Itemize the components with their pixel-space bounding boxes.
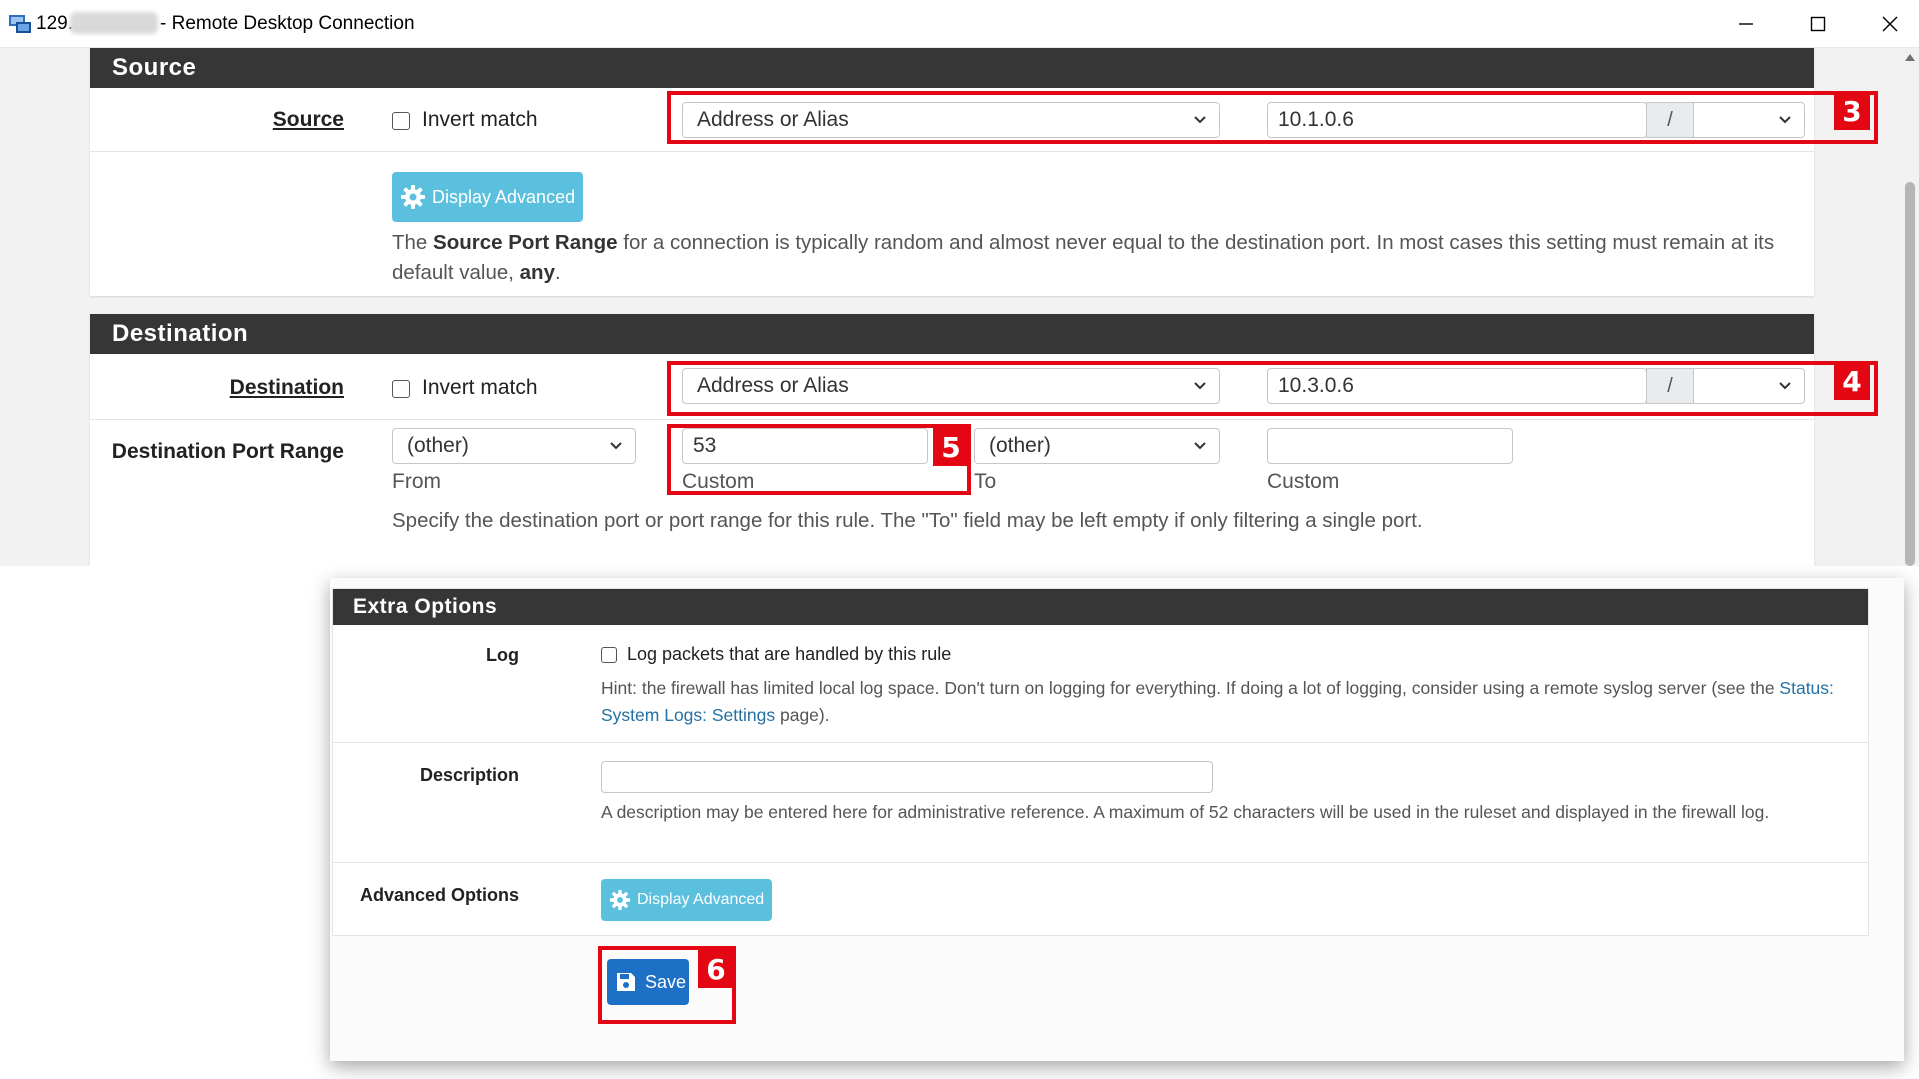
log-hint: Hint: the firewall has limited local log… [601, 675, 1851, 729]
source-invert-checkbox[interactable] [392, 112, 410, 130]
annotation-badge-6: 6 [698, 950, 734, 988]
close-icon [1882, 16, 1898, 32]
source-type-select[interactable]: Address or Alias [682, 102, 1220, 138]
source-row: Source Invert match Address or Alias 10.… [90, 88, 1814, 152]
destination-address-input[interactable]: 10.3.0.6 [1267, 368, 1647, 404]
annotation-badge-5: 5 [933, 428, 969, 466]
port-to-caption: To [974, 470, 997, 493]
destination-invert-checkbox[interactable] [392, 380, 410, 398]
port-from-custom-value: 53 [693, 434, 717, 457]
port-from-select[interactable]: (other) [392, 428, 636, 464]
destination-port-range-label: Destination Port Range [111, 440, 344, 463]
chevron-down-icon [1779, 382, 1791, 390]
help-bold: Source Port Range [433, 231, 618, 254]
log-hint-end: page). [775, 705, 830, 725]
source-type-value: Address or Alias [697, 108, 849, 131]
remote-page-upper: Source Source Invert match Address or Al… [0, 48, 1919, 566]
source-address-input[interactable]: 10.1.0.6 [1267, 102, 1647, 138]
scroll-up-icon[interactable] [1905, 54, 1915, 61]
redacted-host [70, 12, 158, 34]
advanced-options-label: Advanced Options [359, 885, 519, 905]
destination-mask-slash: / [1646, 368, 1694, 404]
vertical-scrollbar[interactable] [1901, 48, 1919, 566]
chevron-down-icon [1194, 116, 1206, 124]
description-label: Description [419, 765, 519, 785]
window-host-prefix: 129. [36, 13, 73, 34]
description-row: Description A description may be entered… [333, 743, 1868, 863]
destination-type-select[interactable]: Address or Alias [682, 368, 1220, 404]
close-button[interactable] [1854, 0, 1919, 48]
destination-address-value: 10.3.0.6 [1278, 374, 1354, 397]
help-any: any [519, 261, 555, 284]
annotation-badge-3: 3 [1834, 92, 1870, 130]
port-from-custom-input[interactable]: 53 [682, 428, 928, 464]
help-prefix: The [392, 231, 434, 254]
source-panel: Source Source Invert match Address or Al… [90, 48, 1814, 296]
destination-port-help: Specify the destination port or port ran… [392, 509, 1423, 532]
remote-desktop-icon [9, 15, 31, 33]
extra-options-header: Extra Options [333, 589, 1868, 625]
annotation-badge-4: 4 [1834, 362, 1870, 400]
gear-icon [401, 185, 425, 209]
source-port-range-help: The Source Port Range for a connection i… [392, 228, 1792, 288]
floppy-disk-icon [617, 973, 635, 991]
log-hint-text: Hint: the firewall has limited local log… [601, 678, 1780, 698]
description-input[interactable] [601, 761, 1213, 793]
minimize-icon [1739, 23, 1753, 25]
source-mask-select[interactable] [1693, 102, 1805, 138]
port-to-select[interactable]: (other) [974, 428, 1220, 464]
save-label: Save [645, 971, 687, 992]
extra-display-advanced-button[interactable]: Display Advanced [601, 879, 773, 921]
help-end: . [554, 261, 561, 284]
destination-row: Destination Invert match Address or Alia… [90, 354, 1814, 420]
window-titlebar: 129. - Remote Desktop Connection [0, 0, 1919, 48]
extra-options-panel: Extra Options Log Log packets that are h… [332, 588, 1869, 936]
log-checkbox-label: Log packets that are handled by this rul… [627, 644, 952, 664]
source-invert-label: Invert match [422, 108, 538, 131]
destination-mask-select[interactable] [1693, 368, 1805, 404]
chevron-down-icon [1779, 116, 1791, 124]
scrollbar-thumb[interactable] [1905, 182, 1915, 566]
port-to-select-value: (other) [989, 434, 1051, 457]
source-label: Source [272, 108, 344, 131]
save-button[interactable]: Save [607, 959, 689, 1005]
chevron-down-icon [1194, 382, 1206, 390]
minimize-button[interactable] [1710, 0, 1782, 48]
source-address-value: 10.1.0.6 [1278, 108, 1354, 131]
destination-label: Destination [229, 376, 344, 399]
source-panel-header: Source [90, 48, 1814, 88]
maximize-icon [1810, 16, 1826, 32]
source-mask-slash: / [1646, 102, 1694, 138]
port-from-caption: From [392, 470, 441, 493]
port-from-select-value: (other) [407, 434, 469, 457]
source-advanced-row: Display Advanced The Source Port Range f… [90, 152, 1814, 296]
chevron-down-icon [610, 442, 622, 450]
port-from-custom-caption: Custom [682, 470, 755, 493]
extra-options-card: Extra Options Log Log packets that are h… [330, 578, 1904, 1061]
gear-icon [609, 889, 631, 911]
log-label: Log [486, 645, 519, 665]
advanced-options-row: Advanced Options Display Advanced [333, 863, 1868, 935]
window-title: - Remote Desktop Connection [160, 13, 415, 34]
chevron-down-icon [1194, 442, 1206, 450]
destination-type-value: Address or Alias [697, 374, 849, 397]
log-row: Log Log packets that are handled by this… [333, 625, 1868, 743]
maximize-button[interactable] [1782, 0, 1854, 48]
log-checkbox[interactable] [601, 647, 617, 663]
source-display-advanced-label: Display Advanced [432, 186, 576, 207]
destination-panel-header: Destination [90, 314, 1814, 354]
port-to-custom-input[interactable] [1267, 428, 1513, 464]
extra-display-advanced-label: Display Advanced [637, 891, 765, 908]
destination-invert-label: Invert match [422, 376, 538, 399]
description-help: A description may be entered here for ad… [601, 802, 1770, 822]
source-display-advanced-button[interactable]: Display Advanced [392, 172, 584, 222]
port-to-custom-caption: Custom [1267, 470, 1340, 493]
